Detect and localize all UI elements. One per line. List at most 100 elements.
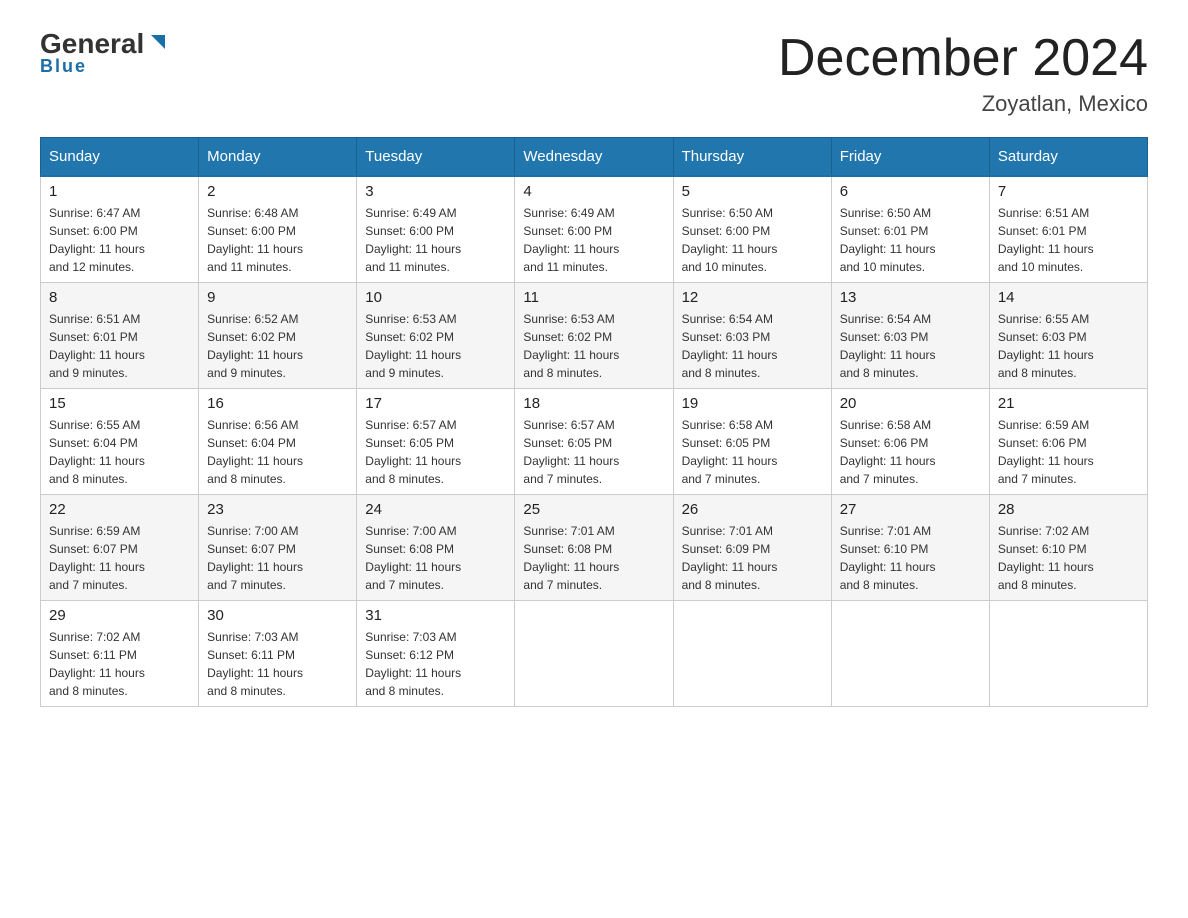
calendar-cell: 26Sunrise: 7:01 AMSunset: 6:09 PMDayligh… — [673, 495, 831, 601]
week-row-2: 8 Sunrise: 6:51 AMSunset: 6:01 PMDaylight… — [41, 283, 1148, 389]
calendar-cell: 31 Sunrise: 7:03 AMSunset: 6:12 PMDayligh… — [357, 601, 515, 707]
calendar-cell: 5 Sunrise: 6:50 AMSunset: 6:00 PMDaylight… — [673, 176, 831, 283]
day-info: Sunrise: 6:59 AMSunset: 6:07 PMDaylight:… — [49, 522, 190, 594]
day-info: Sunrise: 6:55 AMSunset: 6:04 PMDaylight:… — [49, 416, 190, 488]
day-number: 20 — [840, 395, 981, 412]
day-number: 15 — [49, 395, 190, 412]
day-info: Sunrise: 6:47 AMSunset: 6:00 PMDaylight:… — [49, 204, 190, 276]
logo: General Blue — [40, 30, 169, 77]
day-info: Sunrise: 6:50 AMSunset: 6:00 PMDaylight:… — [682, 204, 823, 276]
day-info: Sunrise: 6:59 AMSunset: 6:06 PMDaylight:… — [998, 416, 1139, 488]
calendar-cell: 3 Sunrise: 6:49 AMSunset: 6:00 PMDaylight… — [357, 176, 515, 283]
calendar-cell — [673, 601, 831, 707]
calendar-cell: 25Sunrise: 7:01 AMSunset: 6:08 PMDayligh… — [515, 495, 673, 601]
day-info: Sunrise: 7:02 AMSunset: 6:11 PMDaylight:… — [49, 628, 190, 700]
calendar-cell: 8 Sunrise: 6:51 AMSunset: 6:01 PMDaylight… — [41, 283, 199, 389]
logo-blue-text: Blue — [40, 56, 87, 77]
calendar-cell: 23 Sunrise: 7:00 AMSunset: 6:07 PMDayligh… — [199, 495, 357, 601]
calendar-cell: 11Sunrise: 6:53 AMSunset: 6:02 PMDayligh… — [515, 283, 673, 389]
day-info: Sunrise: 7:00 AMSunset: 6:08 PMDaylight:… — [365, 522, 506, 594]
calendar-cell: 16 Sunrise: 6:56 AMSunset: 6:04 PMDayligh… — [199, 389, 357, 495]
day-number: 5 — [682, 183, 823, 200]
header-thursday: Thursday — [673, 138, 831, 177]
day-number: 24 — [365, 501, 506, 518]
calendar-cell: 10 Sunrise: 6:53 AMSunset: 6:02 PMDayligh… — [357, 283, 515, 389]
day-info: Sunrise: 6:49 AMSunset: 6:00 PMDaylight:… — [365, 204, 506, 276]
calendar-cell: 4 Sunrise: 6:49 AMSunset: 6:00 PMDaylight… — [515, 176, 673, 283]
header-tuesday: Tuesday — [357, 138, 515, 177]
day-number: 28 — [998, 501, 1139, 518]
logo-triangle-icon — [147, 31, 169, 53]
header-sunday: Sunday — [41, 138, 199, 177]
title-section: December 2024 Zoyatlan, Mexico — [778, 30, 1148, 117]
location-subtitle: Zoyatlan, Mexico — [778, 91, 1148, 117]
calendar-cell — [989, 601, 1147, 707]
day-number: 3 — [365, 183, 506, 200]
day-info: Sunrise: 6:53 AMSunset: 6:02 PMDaylight:… — [523, 310, 664, 382]
weekday-header-row: Sunday Monday Tuesday Wednesday Thursday… — [41, 138, 1148, 177]
day-info: Sunrise: 7:00 AMSunset: 6:07 PMDaylight:… — [207, 522, 348, 594]
day-info: Sunrise: 7:01 AMSunset: 6:09 PMDaylight:… — [682, 522, 823, 594]
calendar-cell: 21 Sunrise: 6:59 AMSunset: 6:06 PMDayligh… — [989, 389, 1147, 495]
header-monday: Monday — [199, 138, 357, 177]
calendar-cell: 14 Sunrise: 6:55 AMSunset: 6:03 PMDayligh… — [989, 283, 1147, 389]
day-info: Sunrise: 7:03 AMSunset: 6:11 PMDaylight:… — [207, 628, 348, 700]
week-row-3: 15 Sunrise: 6:55 AMSunset: 6:04 PMDayligh… — [41, 389, 1148, 495]
calendar-cell: 7Sunrise: 6:51 AMSunset: 6:01 PMDaylight… — [989, 176, 1147, 283]
day-number: 8 — [49, 289, 190, 306]
day-info: Sunrise: 7:02 AMSunset: 6:10 PMDaylight:… — [998, 522, 1139, 594]
day-info: Sunrise: 6:48 AMSunset: 6:00 PMDaylight:… — [207, 204, 348, 276]
calendar-cell: 30 Sunrise: 7:03 AMSunset: 6:11 PMDayligh… — [199, 601, 357, 707]
day-number: 29 — [49, 607, 190, 624]
day-info: Sunrise: 6:55 AMSunset: 6:03 PMDaylight:… — [998, 310, 1139, 382]
day-number: 23 — [207, 501, 348, 518]
day-number: 19 — [682, 395, 823, 412]
day-number: 12 — [682, 289, 823, 306]
calendar-cell: 9Sunrise: 6:52 AMSunset: 6:02 PMDaylight… — [199, 283, 357, 389]
day-info: Sunrise: 6:49 AMSunset: 6:00 PMDaylight:… — [523, 204, 664, 276]
calendar-cell — [831, 601, 989, 707]
calendar-cell: 12 Sunrise: 6:54 AMSunset: 6:03 PMDayligh… — [673, 283, 831, 389]
day-info: Sunrise: 6:57 AMSunset: 6:05 PMDaylight:… — [365, 416, 506, 488]
header-saturday: Saturday — [989, 138, 1147, 177]
page-header: General Blue December 2024 Zoyatlan, Mex… — [40, 30, 1148, 117]
day-number: 16 — [207, 395, 348, 412]
month-title: December 2024 — [778, 30, 1148, 87]
calendar-cell: 1 Sunrise: 6:47 AMSunset: 6:00 PMDaylight… — [41, 176, 199, 283]
day-info: Sunrise: 6:54 AMSunset: 6:03 PMDaylight:… — [840, 310, 981, 382]
calendar-cell: 2 Sunrise: 6:48 AMSunset: 6:00 PMDaylight… — [199, 176, 357, 283]
day-number: 13 — [840, 289, 981, 306]
day-info: Sunrise: 6:52 AMSunset: 6:02 PMDaylight:… — [207, 310, 348, 382]
day-number: 22 — [49, 501, 190, 518]
calendar-cell: 15 Sunrise: 6:55 AMSunset: 6:04 PMDayligh… — [41, 389, 199, 495]
calendar-cell: 13 Sunrise: 6:54 AMSunset: 6:03 PMDayligh… — [831, 283, 989, 389]
day-number: 1 — [49, 183, 190, 200]
day-number: 6 — [840, 183, 981, 200]
day-info: Sunrise: 6:58 AMSunset: 6:05 PMDaylight:… — [682, 416, 823, 488]
day-info: Sunrise: 6:51 AMSunset: 6:01 PMDaylight:… — [49, 310, 190, 382]
day-number: 2 — [207, 183, 348, 200]
day-number: 10 — [365, 289, 506, 306]
day-info: Sunrise: 6:53 AMSunset: 6:02 PMDaylight:… — [365, 310, 506, 382]
day-info: Sunrise: 6:58 AMSunset: 6:06 PMDaylight:… — [840, 416, 981, 488]
calendar-cell: 19 Sunrise: 6:58 AMSunset: 6:05 PMDayligh… — [673, 389, 831, 495]
day-number: 30 — [207, 607, 348, 624]
day-info: Sunrise: 7:03 AMSunset: 6:12 PMDaylight:… — [365, 628, 506, 700]
day-info: Sunrise: 6:50 AMSunset: 6:01 PMDaylight:… — [840, 204, 981, 276]
day-info: Sunrise: 6:57 AMSunset: 6:05 PMDaylight:… — [523, 416, 664, 488]
day-number: 4 — [523, 183, 664, 200]
calendar-table: Sunday Monday Tuesday Wednesday Thursday… — [40, 137, 1148, 707]
calendar-cell — [515, 601, 673, 707]
day-number: 18 — [523, 395, 664, 412]
header-friday: Friday — [831, 138, 989, 177]
week-row-4: 22 Sunrise: 6:59 AMSunset: 6:07 PMDayligh… — [41, 495, 1148, 601]
day-number: 21 — [998, 395, 1139, 412]
header-wednesday: Wednesday — [515, 138, 673, 177]
day-number: 31 — [365, 607, 506, 624]
day-info: Sunrise: 6:56 AMSunset: 6:04 PMDaylight:… — [207, 416, 348, 488]
day-number: 14 — [998, 289, 1139, 306]
logo-general-text: General — [40, 30, 144, 58]
calendar-cell: 20 Sunrise: 6:58 AMSunset: 6:06 PMDayligh… — [831, 389, 989, 495]
day-info: Sunrise: 6:54 AMSunset: 6:03 PMDaylight:… — [682, 310, 823, 382]
calendar-cell: 28 Sunrise: 7:02 AMSunset: 6:10 PMDayligh… — [989, 495, 1147, 601]
